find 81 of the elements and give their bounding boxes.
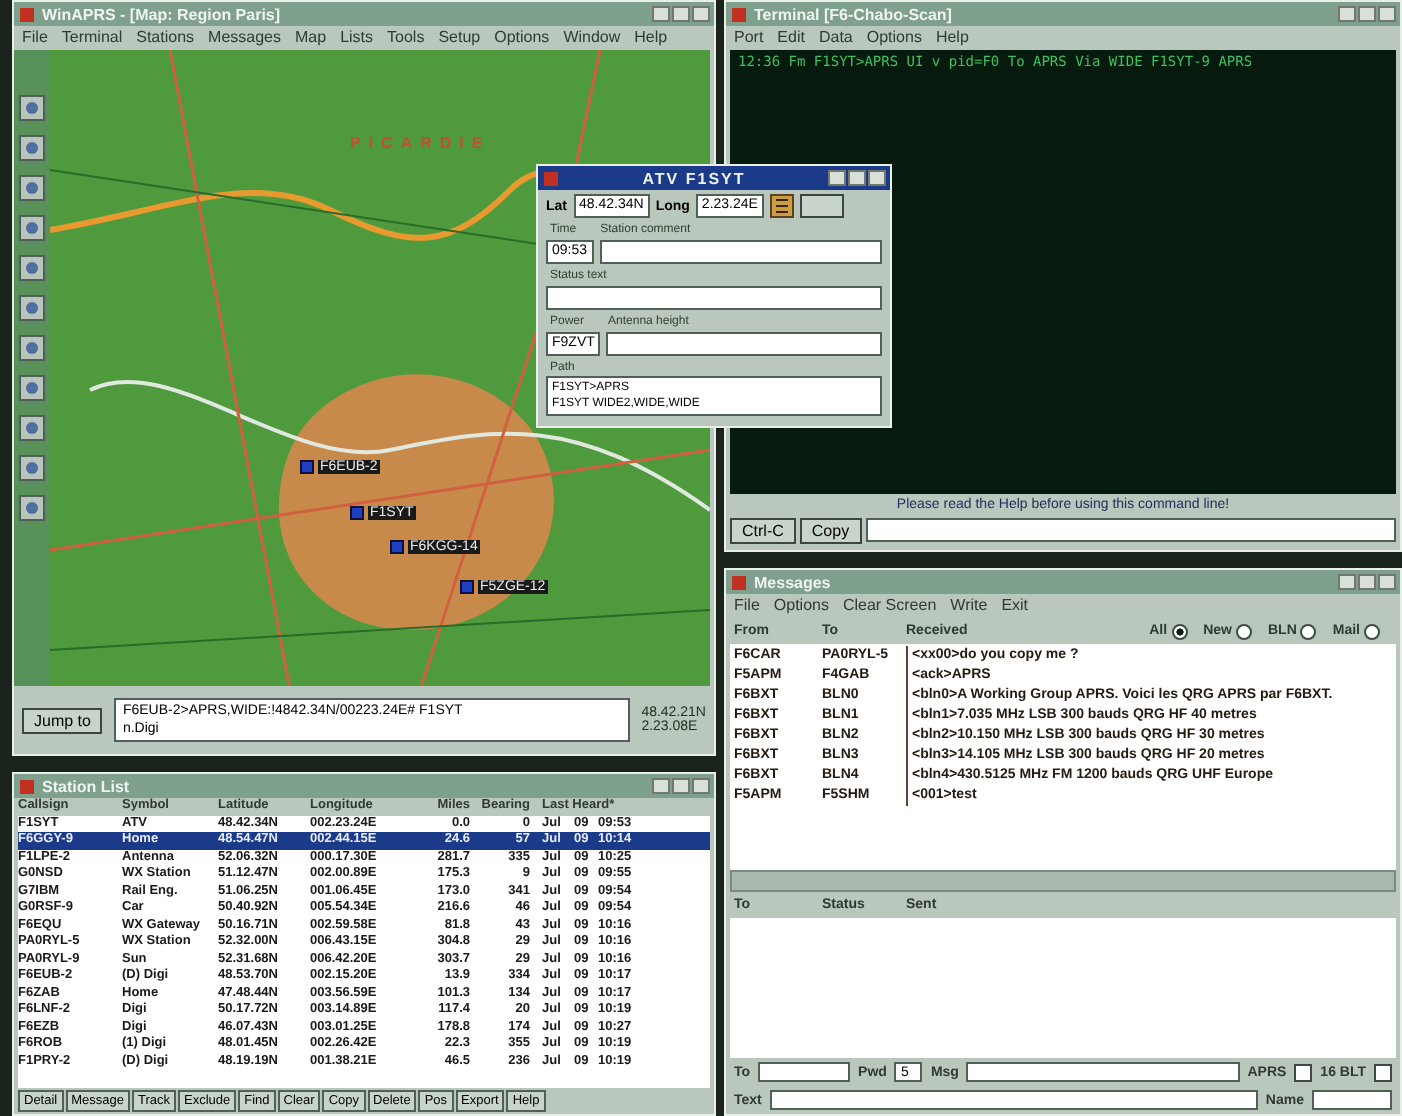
menu-item[interactable]: Map <box>295 28 327 48</box>
window-title: Messages <box>754 573 833 591</box>
close-button[interactable] <box>868 170 886 186</box>
menu-item[interactable]: Help <box>634 28 668 48</box>
scroll-bar[interactable] <box>730 870 1396 892</box>
minimize-button[interactable] <box>652 778 670 794</box>
command-button[interactable]: Copy <box>799 518 862 544</box>
tool-icon <box>18 414 46 442</box>
grid-icon <box>769 194 794 218</box>
menu-item[interactable]: Help <box>935 28 969 48</box>
menu-item[interactable]: Exit <box>1001 596 1029 616</box>
window-title: WinAPRS - [Map: Region Paris] <box>42 5 283 23</box>
station-icon <box>350 506 364 520</box>
maximize-button[interactable] <box>672 6 690 22</box>
menu-item[interactable]: Options <box>866 28 922 48</box>
menu-item[interactable]: Options <box>494 28 550 48</box>
tool-icon <box>18 174 46 202</box>
window-title: ATV F1SYT <box>640 169 748 187</box>
window-title: Terminal [F6-Chabo-Scan] <box>754 5 954 23</box>
name-field[interactable] <box>1312 1090 1392 1110</box>
close-button[interactable] <box>692 6 710 22</box>
text-field[interactable] <box>606 332 882 356</box>
window-icon <box>542 169 560 187</box>
tool-icon <box>18 334 46 362</box>
radio-button[interactable] <box>1364 623 1380 639</box>
menu-item[interactable]: Write <box>950 596 988 616</box>
text-field[interactable] <box>599 240 882 264</box>
to-dropdown[interactable] <box>758 1062 851 1082</box>
tool-icon <box>18 134 46 162</box>
menu-item[interactable]: File <box>734 596 760 616</box>
menu-item[interactable]: Options <box>773 596 829 616</box>
menu-item[interactable]: Window <box>563 28 621 48</box>
maximize-button[interactable] <box>1358 574 1376 590</box>
tool-icon <box>18 94 46 122</box>
menu-item[interactable]: Lists <box>340 28 374 48</box>
tool-icon <box>18 254 46 282</box>
minimize-button[interactable] <box>1338 574 1356 590</box>
tool-icon <box>18 294 46 322</box>
menu-item[interactable]: Clear Screen <box>842 596 937 616</box>
window-icon <box>18 5 36 23</box>
radio-button[interactable] <box>1235 623 1252 639</box>
aprs-checkbox[interactable] <box>1294 1063 1313 1081</box>
window-icon <box>18 777 36 795</box>
station-icon <box>460 580 474 594</box>
station-icon <box>300 460 314 474</box>
minimize-button[interactable] <box>652 6 670 22</box>
radio-button[interactable] <box>1300 623 1317 639</box>
menu-item[interactable]: Data <box>818 28 853 48</box>
menu-item[interactable]: Stations <box>136 28 195 48</box>
tool-icon <box>18 454 46 482</box>
menu-item[interactable]: Messages <box>208 28 281 48</box>
window-icon <box>730 573 748 591</box>
maximize-button[interactable] <box>848 170 866 186</box>
tool-icon <box>18 374 46 402</box>
command-field[interactable] <box>865 518 1396 542</box>
menu-item[interactable]: Tools <box>387 28 425 48</box>
close-button[interactable] <box>692 778 710 794</box>
menu-item[interactable]: File <box>22 28 48 48</box>
station-icon <box>390 540 404 554</box>
maximize-button[interactable] <box>1358 6 1376 22</box>
minimize-button[interactable] <box>828 170 846 186</box>
text-field[interactable] <box>546 286 882 310</box>
ok-button[interactable] <box>799 194 844 218</box>
close-button[interactable] <box>1378 574 1396 590</box>
msg-field[interactable] <box>966 1062 1240 1082</box>
window-title: Station List <box>42 777 132 795</box>
text-field[interactable] <box>769 1090 1258 1110</box>
window-icon <box>730 5 748 23</box>
jump-to-button[interactable]: Jump to <box>22 707 103 733</box>
close-button[interactable] <box>1378 6 1396 22</box>
maximize-button[interactable] <box>672 778 690 794</box>
command-button[interactable]: Ctrl-C <box>730 518 796 544</box>
menu-item[interactable]: Setup <box>438 28 481 48</box>
tool-icon <box>18 214 46 242</box>
menu-item[interactable]: Edit <box>777 28 805 48</box>
minimize-button[interactable] <box>1338 6 1356 22</box>
blt-checkbox[interactable] <box>1374 1063 1392 1081</box>
menu-item[interactable]: Port <box>734 28 764 48</box>
menu-item[interactable]: Terminal <box>61 28 123 48</box>
radio-button[interactable] <box>1171 623 1188 639</box>
tool-icon <box>18 494 46 522</box>
